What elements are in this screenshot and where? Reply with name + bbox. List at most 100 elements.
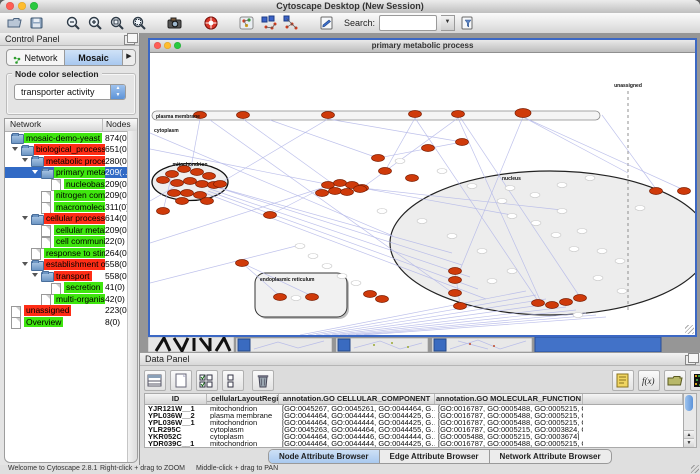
edge[interactable]: [332, 307, 566, 335]
tab-network[interactable]: Network: [7, 50, 64, 65]
region-plasma-membrane[interactable]: [152, 111, 600, 120]
formula-builder-icon[interactable]: f(x): [638, 370, 660, 391]
node-unhighlighted[interactable]: [557, 209, 567, 214]
table-row[interactable]: YDR039C__1mitochondrion[GO:0044464, GO:0…: [145, 440, 683, 447]
tree-item[interactable]: nucleobase-209(0): [5, 178, 137, 190]
node[interactable]: [454, 303, 467, 310]
edge[interactable]: [340, 310, 576, 335]
table-mode-icon[interactable]: [144, 370, 166, 391]
select-attributes-icon[interactable]: [196, 370, 218, 391]
tree-item[interactable]: biological_process651(0): [5, 144, 137, 156]
node-unhighlighted[interactable]: [507, 214, 517, 219]
node-unhighlighted[interactable]: [447, 234, 457, 239]
delete-attribute-icon[interactable]: [252, 370, 274, 391]
node-unhighlighted[interactable]: [497, 199, 507, 204]
node[interactable]: [181, 190, 194, 197]
edge[interactable]: [523, 117, 628, 173]
node[interactable]: [168, 190, 181, 197]
col-region[interactable]: _cellularLayoutRegion: [207, 394, 279, 404]
snapshot-camera-icon[interactable]: [166, 15, 184, 31]
scroll-down-arrow[interactable]: ▼: [684, 438, 694, 447]
node-unhighlighted[interactable]: [295, 244, 305, 249]
node-unhighlighted[interactable]: [569, 247, 579, 252]
node[interactable]: [449, 268, 462, 275]
node[interactable]: [334, 180, 347, 187]
node[interactable]: [201, 198, 214, 205]
import-attributes-icon[interactable]: [664, 370, 686, 391]
edge[interactable]: [378, 142, 462, 158]
node-unhighlighted[interactable]: [351, 281, 361, 286]
node[interactable]: [237, 112, 250, 119]
node-unhighlighted[interactable]: [467, 184, 477, 189]
node[interactable]: [157, 208, 170, 215]
tab-overflow-arrow[interactable]: ▶: [122, 50, 135, 65]
tree-item[interactable]: transport558(0): [5, 270, 137, 282]
tab-node-attribute-browser[interactable]: Node Attribute Browser: [269, 450, 379, 463]
node[interactable]: [203, 173, 216, 180]
tree-item[interactable]: macromolecule311(0): [5, 201, 137, 213]
open-session-icon[interactable]: [6, 15, 24, 31]
tree-item[interactable]: response to stimulu264(0): [5, 247, 137, 259]
layout-nodes-b-icon[interactable]: [282, 15, 300, 31]
node-unhighlighted[interactable]: [377, 209, 387, 214]
float-data-panel-icon[interactable]: [685, 355, 696, 365]
layout-nodes-a-icon[interactable]: [260, 15, 278, 31]
node-unhighlighted[interactable]: [573, 313, 583, 318]
search-dropdown-arrow[interactable]: ▼: [441, 15, 455, 31]
node[interactable]: [449, 277, 462, 284]
tree-item[interactable]: metabolic process280(0): [5, 155, 137, 167]
node-unhighlighted[interactable]: [557, 183, 567, 188]
node-unhighlighted[interactable]: [615, 259, 625, 264]
node-unhighlighted[interactable]: [477, 249, 487, 254]
tree-item[interactable]: establishment of lo558(0): [5, 259, 137, 271]
network-canvas[interactable]: plasma membranecytoplasmmitochondrionnuc…: [150, 53, 695, 335]
node[interactable]: [560, 299, 573, 306]
node-unhighlighted[interactable]: [308, 254, 318, 259]
edge[interactable]: [328, 119, 462, 142]
tree-item[interactable]: cell communicat22(0): [5, 236, 137, 248]
table-row[interactable]: YLR295Ccytoplasm[GO:0045263, GO:0044464,…: [145, 426, 683, 433]
search-config-icon[interactable]: [459, 15, 477, 31]
table-row[interactable]: YPL036W__2plasma membrane[GO:0044464, GO…: [145, 412, 683, 419]
tree-item[interactable]: mosaic-demo-yeast874(0): [5, 132, 137, 144]
edge[interactable]: [270, 120, 378, 158]
float-panel-icon[interactable]: [124, 35, 135, 45]
node[interactable]: [354, 186, 367, 193]
zoom-fit-icon[interactable]: [108, 15, 126, 31]
node[interactable]: [532, 300, 545, 307]
node[interactable]: [650, 188, 663, 195]
node[interactable]: [329, 188, 342, 195]
edge[interactable]: [348, 313, 586, 335]
node-unhighlighted[interactable]: [577, 229, 587, 234]
node-unhighlighted[interactable]: [530, 193, 540, 198]
tree-item[interactable]: primary metabol209(…: [5, 167, 137, 179]
notes-icon[interactable]: [612, 370, 634, 391]
node[interactable]: [171, 180, 184, 187]
expand-arrow-icon[interactable]: [12, 147, 18, 151]
tab-mosaic[interactable]: Mosaic: [64, 50, 122, 65]
node[interactable]: [214, 181, 227, 188]
annotations-icon[interactable]: [318, 15, 336, 31]
node[interactable]: [678, 188, 691, 195]
node-unhighlighted[interactable]: [437, 169, 447, 174]
new-attribute-icon[interactable]: [170, 370, 192, 391]
tree-item[interactable]: Overview8(0): [5, 316, 137, 328]
tree-item[interactable]: multi-organism pro42(0): [5, 293, 137, 305]
expand-arrow-icon[interactable]: [22, 262, 28, 266]
node-unhighlighted[interactable]: [417, 219, 427, 224]
node[interactable]: [515, 109, 531, 118]
tree-item[interactable]: secretion41(0): [5, 282, 137, 294]
save-session-icon[interactable]: [28, 15, 46, 31]
tree-item[interactable]: cellular metabo209(0): [5, 224, 137, 236]
tab-network-attribute-browser[interactable]: Network Attribute Browser: [489, 450, 611, 463]
tree-item[interactable]: cellular process614(0): [5, 213, 137, 225]
node[interactable]: [176, 198, 189, 205]
node[interactable]: [422, 145, 435, 152]
expand-arrow-icon[interactable]: [22, 158, 28, 162]
node[interactable]: [456, 139, 469, 146]
node[interactable]: [306, 294, 319, 301]
node[interactable]: [341, 189, 354, 196]
tree-item[interactable]: unassigned223(0): [5, 305, 137, 317]
edge[interactable]: [243, 119, 333, 184]
node[interactable]: [546, 302, 559, 309]
